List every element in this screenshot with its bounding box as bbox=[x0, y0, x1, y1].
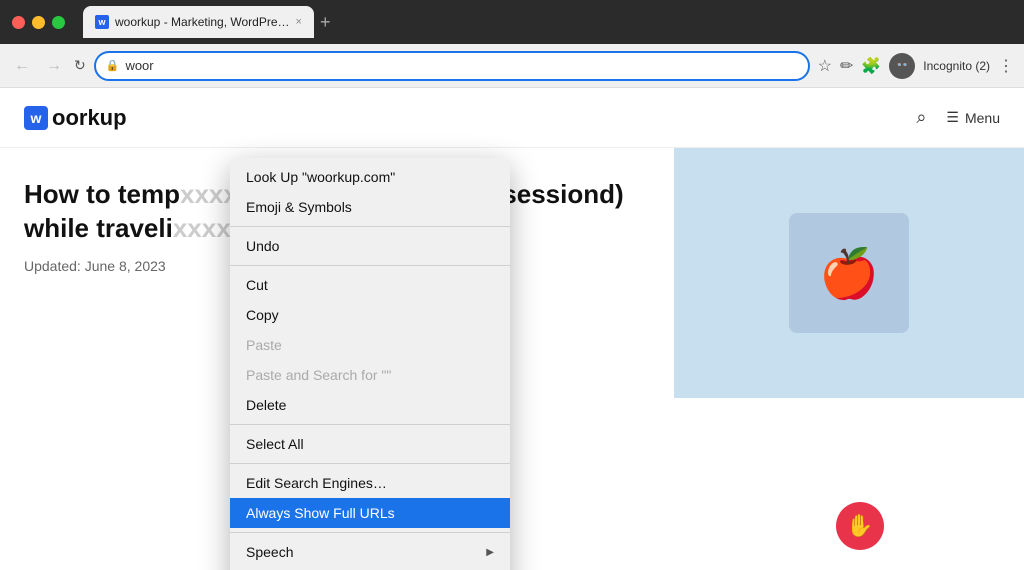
menu-item-select-all[interactable]: Select All bbox=[230, 429, 510, 459]
logo-icon: w bbox=[24, 106, 48, 130]
menu-separator-1 bbox=[230, 226, 510, 227]
tab-close-button[interactable]: × bbox=[296, 16, 302, 28]
edit-button[interactable]: ✏ bbox=[840, 56, 853, 76]
address-text: woor bbox=[125, 58, 153, 73]
menu-separator-4 bbox=[230, 463, 510, 464]
tab-bar: w woorkup - Marketing, WordPre… × + bbox=[83, 6, 1012, 38]
menu-button[interactable]: ☰ Menu bbox=[946, 109, 1000, 126]
thumbnail-image: 🍎 bbox=[789, 213, 909, 333]
tab-favicon: w bbox=[95, 15, 109, 29]
menu-item-cut[interactable]: Cut bbox=[230, 270, 510, 300]
new-tab-button[interactable]: + bbox=[320, 12, 331, 33]
close-window-button[interactable] bbox=[12, 16, 25, 29]
incognito-label: Incognito (2) bbox=[923, 59, 990, 73]
menu-item-always-show[interactable]: Always Show Full URLs bbox=[230, 498, 510, 528]
menu-item-delete[interactable]: Delete bbox=[230, 390, 510, 420]
site-header: w oorkup ⌕ ☰ Menu bbox=[0, 88, 1024, 148]
menu-item-look-up[interactable]: Look Up "woorkup.com" bbox=[230, 162, 510, 192]
back-button[interactable]: ← bbox=[10, 53, 34, 79]
extensions-button[interactable]: 🧩 bbox=[861, 56, 881, 76]
menu-item-paste-search: Paste and Search for "" bbox=[230, 360, 510, 390]
titlebar: w woorkup - Marketing, WordPre… × + bbox=[0, 0, 1024, 44]
menu-item-copy[interactable]: Copy bbox=[230, 300, 510, 330]
thumbnail-area: 🍎 bbox=[674, 148, 1024, 398]
traffic-lights bbox=[12, 16, 65, 29]
incognito-avatar[interactable]: 👓 bbox=[889, 53, 915, 79]
menu-separator-5 bbox=[230, 532, 510, 533]
forward-button[interactable]: → bbox=[42, 53, 66, 79]
minimize-window-button[interactable] bbox=[32, 16, 45, 29]
menu-item-paste: Paste bbox=[230, 330, 510, 360]
lock-icon: 🔒 bbox=[106, 59, 120, 72]
refresh-button[interactable]: ↻ bbox=[74, 57, 86, 74]
stop-icon: ✋ bbox=[846, 513, 873, 539]
active-tab[interactable]: w woorkup - Marketing, WordPre… × bbox=[83, 6, 314, 38]
submenu-arrow-speech: ▶ bbox=[486, 547, 494, 558]
menu-item-edit-search[interactable]: Edit Search Engines… bbox=[230, 468, 510, 498]
menu-item-speech[interactable]: Speech ▶ bbox=[230, 537, 510, 567]
context-menu: Look Up "woorkup.com" Emoji & Symbols Un… bbox=[230, 158, 510, 570]
addressbar-row: ← → ↻ 🔒 woor ☆ ✏ 🧩 👓 Incognito (2) ⋮ bbox=[0, 44, 1024, 88]
site-nav: ⌕ ☰ Menu bbox=[916, 107, 1000, 128]
maximize-window-button[interactable] bbox=[52, 16, 65, 29]
menu-item-undo[interactable]: Undo bbox=[230, 231, 510, 261]
page-content: w oorkup ⌕ ☰ Menu How to tempxxxxxxxx cl… bbox=[0, 88, 1024, 570]
menu-separator-3 bbox=[230, 424, 510, 425]
menu-icon: ☰ bbox=[946, 109, 959, 126]
star-button[interactable]: ☆ bbox=[818, 56, 832, 76]
menu-item-emoji[interactable]: Emoji & Symbols bbox=[230, 192, 510, 222]
site-logo: w oorkup bbox=[24, 105, 127, 131]
stop-button[interactable]: ✋ bbox=[836, 502, 884, 550]
tab-title: woorkup - Marketing, WordPre… bbox=[115, 15, 290, 29]
address-bar[interactable]: 🔒 woor bbox=[94, 51, 810, 81]
logo-text: oorkup bbox=[52, 105, 127, 131]
search-button[interactable]: ⌕ bbox=[916, 107, 926, 128]
more-options-button[interactable]: ⋮ bbox=[998, 56, 1014, 76]
menu-label: Menu bbox=[965, 110, 1000, 126]
toolbar-icons: ☆ ✏ 🧩 👓 Incognito (2) ⋮ bbox=[818, 53, 1014, 79]
menu-separator-2 bbox=[230, 265, 510, 266]
